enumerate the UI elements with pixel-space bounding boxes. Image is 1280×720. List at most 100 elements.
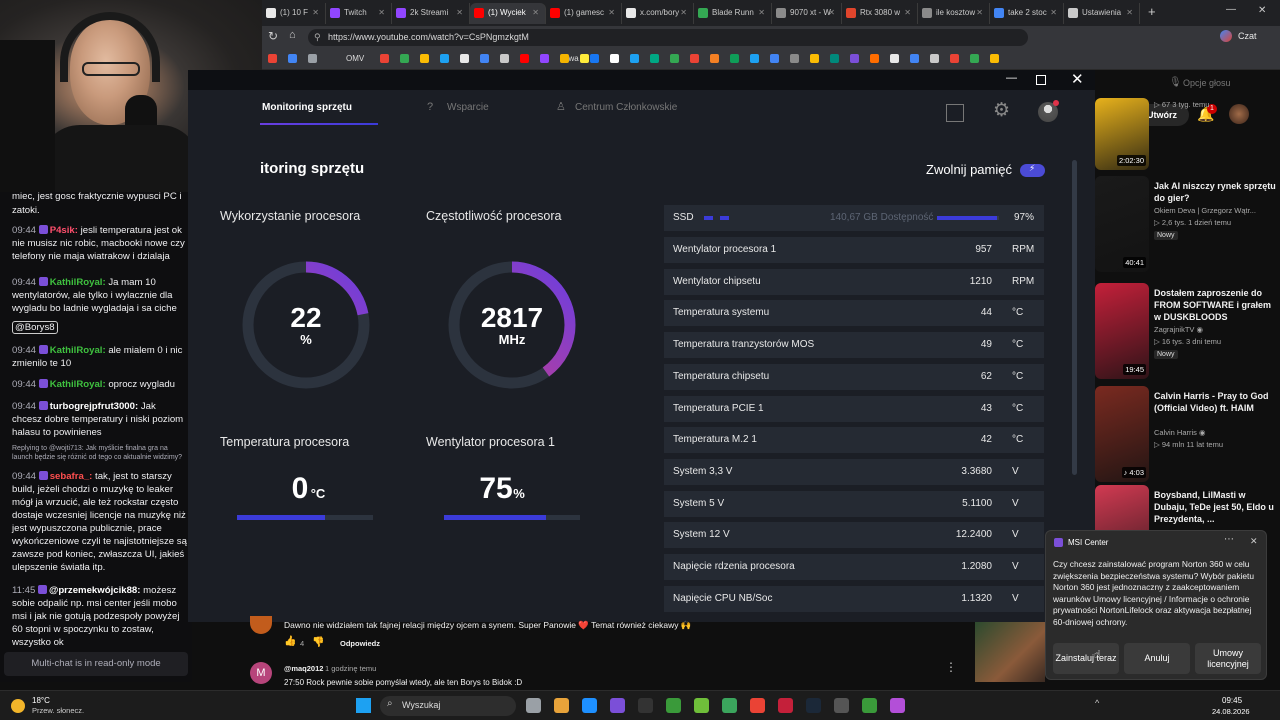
grid-icon[interactable]	[946, 104, 964, 122]
toast-more-icon[interactable]: ⋯	[1224, 534, 1234, 545]
taskbar-app-icon[interactable]	[694, 698, 709, 713]
tab-members[interactable]: Centrum Członkowskie	[575, 102, 677, 113]
tab-close-icon[interactable]: ✕	[828, 3, 835, 23]
tab-close-icon[interactable]: ✕	[456, 3, 463, 23]
scrollbar[interactable]	[1072, 160, 1077, 475]
more-options-icon[interactable]: ⋮	[945, 660, 957, 674]
minimize-icon[interactable]: —	[1006, 72, 1017, 84]
bookmark-favicon-icon[interactable]	[610, 54, 619, 63]
bookmark-favicon-icon[interactable]	[670, 54, 679, 63]
taskbar-app-icon[interactable]	[554, 698, 569, 713]
taskbar-app-icon[interactable]	[806, 698, 821, 713]
chat-mention[interactable]: @Borys8	[12, 321, 58, 334]
reload-icon[interactable]: ↻	[268, 29, 278, 43]
tray-chevron-icon[interactable]: ^	[1095, 698, 1099, 708]
home-icon[interactable]: ⌂	[289, 29, 296, 41]
taskbar-app-icon[interactable]	[722, 698, 737, 713]
bookmark-favicon-icon[interactable]	[400, 54, 409, 63]
taskbar-app-icon[interactable]	[666, 698, 681, 713]
bookmark-favicon-icon[interactable]	[380, 54, 389, 63]
maximize-icon[interactable]	[1036, 75, 1046, 85]
browser-tab[interactable]: (1) Wyciek ✕	[470, 3, 546, 24]
browser-tab[interactable]: x.com/bory ✕	[622, 3, 694, 24]
taskbar-app-icon[interactable]	[778, 698, 793, 713]
taskbar-app-icon[interactable]	[638, 698, 653, 713]
bookmark-favicon-icon[interactable]	[730, 54, 739, 63]
window-minimize-icon[interactable]: —	[1226, 4, 1236, 15]
bookmark-favicon-icon[interactable]	[308, 54, 317, 63]
video-channel[interactable]: Okiem Deva | Grzegorz Wątr...	[1154, 206, 1256, 215]
bookmark-favicon-icon[interactable]	[520, 54, 529, 63]
video-title[interactable]: Boysband, LilMasti w Dubaju, TeDe jest 5…	[1154, 489, 1276, 525]
video-thumbnail[interactable]: 2:02:30	[1095, 98, 1149, 170]
toast-close-icon[interactable]: ✕	[1250, 536, 1258, 547]
browser-tab[interactable]: (1) gamesc ✕	[546, 3, 622, 24]
video-title[interactable]: Jak AI niszczy rynek sprzętu do gier?	[1154, 180, 1276, 204]
tab-close-icon[interactable]: ✕	[680, 3, 687, 23]
like-icon[interactable]: 👍	[284, 636, 296, 647]
tab-close-icon[interactable]: ✕	[904, 3, 911, 23]
tab-close-icon[interactable]: ✕	[976, 3, 983, 23]
window-close-icon[interactable]: ✕	[1258, 5, 1266, 16]
taskbar-app-icon[interactable]	[610, 698, 625, 713]
video-channel[interactable]: ZagrajnikTV ◉	[1154, 325, 1203, 334]
gemini-icon[interactable]	[1220, 30, 1232, 42]
cancel-button[interactable]: Anuluj	[1124, 643, 1190, 674]
browser-tab[interactable]: 2k Streami ✕	[392, 3, 470, 24]
taskbar-app-icon[interactable]	[890, 698, 905, 713]
bookmark-favicon-icon[interactable]	[630, 54, 639, 63]
new-tab-button[interactable]: +	[1148, 4, 1156, 19]
mic-icon[interactable]: 🎙	[1169, 77, 1182, 88]
bookmark-favicon-icon[interactable]	[560, 54, 569, 63]
address-bar[interactable]: ⚲ https://www.youtube.com/watch?v=CsPNgm…	[308, 29, 1028, 46]
bookmark-favicon-icon[interactable]	[950, 54, 959, 63]
video-thumbnail[interactable]: 19:45	[1095, 283, 1149, 379]
tab-close-icon[interactable]: ✕	[608, 3, 615, 23]
browser-tab[interactable]: Twitch ✕	[326, 3, 392, 24]
related-video[interactable]: 19:45 Dostałem zaproszenie do FROM SOFTWA…	[1095, 283, 1280, 379]
bookmark-favicon-icon[interactable]	[750, 54, 759, 63]
bookmark-favicon-icon[interactable]	[440, 54, 449, 63]
tab-close-icon[interactable]: ✕	[532, 3, 539, 23]
bookmark-favicon-icon[interactable]	[460, 54, 469, 63]
license-button[interactable]: Umowy licencyjnej	[1195, 643, 1261, 674]
bookmark-favicon-icon[interactable]	[870, 54, 879, 63]
video-title[interactable]: Calvin Harris - Pray to God (Official Vi…	[1154, 390, 1276, 414]
dislike-icon[interactable]: 👎	[312, 637, 324, 648]
install-now-button[interactable]: Zainstaluj teraz	[1053, 643, 1119, 674]
bookmark-omv[interactable]: OMV	[346, 54, 364, 63]
comment2-user[interactable]: @maq2012	[284, 664, 323, 673]
bookmark-favicon-icon[interactable]	[650, 54, 659, 63]
bookmark-favicon-icon[interactable]	[910, 54, 919, 63]
browser-tab[interactable]: Blade Runn ✕	[694, 3, 772, 24]
bookmark-favicon-icon[interactable]	[790, 54, 799, 63]
bookmark-favicon-icon[interactable]	[970, 54, 979, 63]
bookmark-favicon-icon[interactable]	[580, 54, 589, 63]
taskbar-app-icon[interactable]	[526, 698, 541, 713]
voice-options[interactable]: Opcje głosu	[1183, 78, 1231, 88]
bookmark-favicon-icon[interactable]	[540, 54, 549, 63]
bookmark-favicon-icon[interactable]	[990, 54, 999, 63]
video-title[interactable]: Dostałem zaproszenie do FROM SOFTWARE i …	[1154, 287, 1276, 323]
bookmark-favicon-icon[interactable]	[770, 54, 779, 63]
browser-tab[interactable]: 9070 xt - W ✕	[772, 3, 842, 24]
bookmark-favicon-icon[interactable]	[590, 54, 599, 63]
windows-start-icon[interactable]	[356, 698, 371, 713]
settings-gear-icon[interactable]: ⚙	[993, 99, 1010, 122]
bookmark-favicon-icon[interactable]	[810, 54, 819, 63]
tab-monitoring[interactable]: Monitoring sprzętu	[262, 102, 352, 113]
bookmark-favicon-icon[interactable]	[930, 54, 939, 63]
bookmark-favicon-icon[interactable]	[480, 54, 489, 63]
bookmark-favicon-icon[interactable]	[288, 54, 297, 63]
bookmark-favicon-icon[interactable]	[690, 54, 699, 63]
video-channel[interactable]: Calvin Harris ◉	[1154, 428, 1206, 437]
chat-label[interactable]: Czat	[1238, 31, 1257, 41]
related-video[interactable]: 40:41 Jak AI niszczy rynek sprzętu do gie…	[1095, 176, 1280, 272]
tab-close-icon[interactable]: ✕	[378, 3, 385, 23]
video-thumbnail[interactable]: 40:41	[1095, 176, 1149, 272]
close-icon[interactable]: ✕	[1071, 70, 1084, 88]
browser-tab[interactable]: ile kosztow ✕	[918, 3, 990, 24]
tab-close-icon[interactable]: ✕	[312, 3, 319, 23]
weather-icon[interactable]	[11, 699, 25, 713]
taskbar-search[interactable]	[380, 696, 516, 716]
